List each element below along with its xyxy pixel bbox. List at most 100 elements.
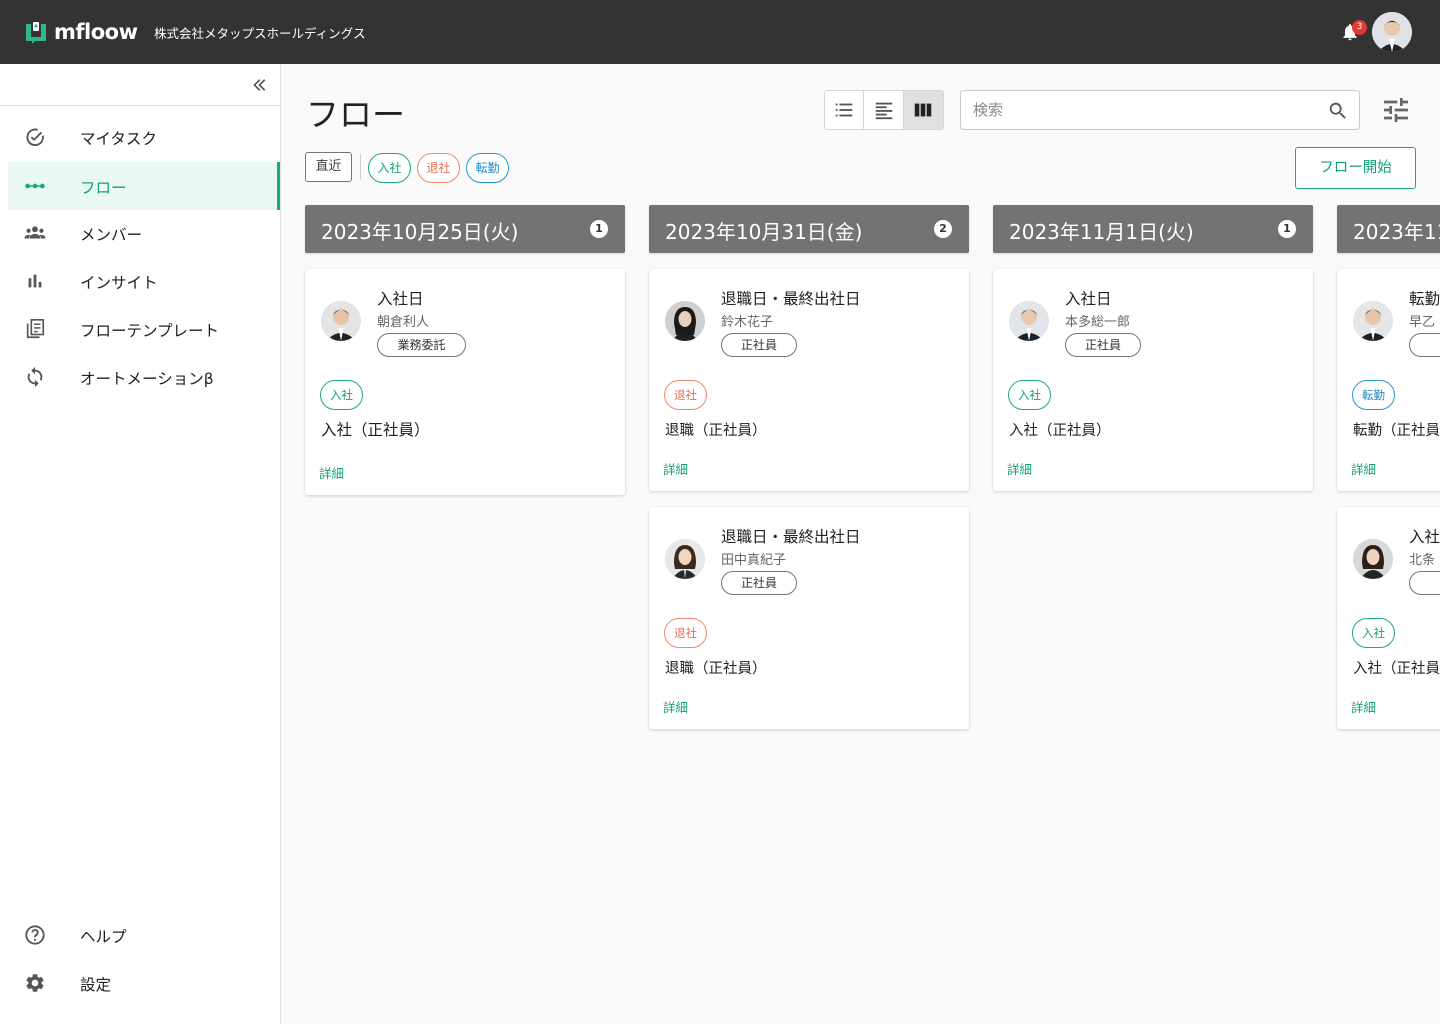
card-event-title: 入社日 [377,290,424,308]
flow-card[interactable]: 入社 北条 正 入社 入社（正社員 詳細 [1337,507,1440,729]
employment-type-chip: 正社員 [1065,333,1141,357]
list-view-icon [835,103,853,117]
member-portrait-icon [1353,301,1393,341]
member-avatar [665,539,705,579]
card-event-title: 退職日・最終出社日 [721,290,861,308]
filter-leave-chip[interactable]: 退社 [417,153,460,183]
column-header: 2023年11月1日(火) 1 [993,205,1313,253]
sidebar-item-members[interactable]: メンバー [8,209,280,257]
card-event-title: 入社 [1409,528,1440,546]
filter-join-chip[interactable]: 入社 [368,153,411,183]
card-flow-name: 入社（正社員） [1009,423,1111,439]
sync-icon [27,366,43,388]
flow-card[interactable]: 入社日 本多総一郎 正社員 入社 入社（正社員） 詳細 [993,269,1313,491]
card-detail-link[interactable]: 詳細 [1007,459,1032,478]
employment-type-chip: 正 [1409,333,1440,357]
member-portrait-icon [1353,539,1393,579]
sidebar-item-label: メンバー [80,226,143,244]
search-icon[interactable] [1327,100,1349,122]
flow-card[interactable]: 入社日 朝倉利人 業務委託 入社 入社（正社員） 詳細 [305,269,625,495]
help-icon [25,925,45,945]
flow-card[interactable]: 退職日・最終出社日 鈴木花子 正社員 退社 退職（正社員） 詳細 [649,269,969,491]
column-header: 2023年11 [1337,205,1440,253]
collapse-sidebar-icon[interactable] [250,75,270,95]
card-flow-name: 退職（正社員） [665,423,767,439]
gear-icon [26,974,44,992]
flow-type-tag: 退社 [664,618,707,648]
group-icon [24,226,46,239]
sidebar-item-label: ヘルプ [80,928,127,946]
card-member-name: 田中真紀子 [721,553,787,568]
sidebar-item-label: 設定 [80,976,112,994]
employment-type-chip: 業務委託 [377,333,466,357]
member-avatar [321,301,361,341]
user-avatar[interactable] [1372,12,1412,52]
column-count-badge: 2 [934,220,952,238]
top-app-bar: mfloow 株式会社メタップスホールディングス 3 [0,0,1440,64]
sidebar-item-automation[interactable]: オートメーションβ [8,353,280,401]
card-detail-link[interactable]: 詳細 [663,697,688,716]
employment-type-chip: 正社員 [721,333,797,357]
card-member-name: 鈴木花子 [721,315,774,330]
flow-type-tag: 退社 [664,380,707,410]
flow-type-tag: 入社 [320,380,363,410]
column-header: 2023年10月31日(金) 2 [649,205,969,253]
user-portrait-icon [1372,12,1412,52]
sidebar-item-flow-template[interactable]: フローテンプレート [8,305,280,353]
start-flow-button[interactable]: フロー開始 [1295,147,1416,189]
card-member-name: 北条 [1409,553,1436,568]
sidebar-item-label: インサイト [80,274,158,292]
view-gantt-button[interactable] [864,91,904,129]
column-header: 2023年10月25日(火) 1 [305,205,625,253]
sidebar-item-my-tasks[interactable]: マイタスク [8,113,280,161]
template-icon [26,319,45,339]
card-detail-link[interactable]: 詳細 [1351,459,1376,478]
sidebar-item-flow[interactable]: フロー [8,162,280,210]
filter-adjust-icon[interactable] [1380,94,1412,126]
member-portrait-icon [1009,301,1049,341]
notification-badge: 3 [1352,20,1367,35]
card-flow-name: 退職（正社員） [665,661,767,677]
column-count-badge: 1 [1278,220,1296,238]
company-name: 株式会社メタップスホールディングス [154,26,366,41]
member-avatar [1353,301,1393,341]
bar-chart-icon [28,274,42,288]
flow-card[interactable]: 転勤 早乙 正 転勤 転勤（正社員 詳細 [1337,269,1440,491]
sidebar-item-label: オートメーションβ [80,370,214,388]
app-logo[interactable]: mfloow [24,20,138,44]
sidebar-item-help[interactable]: ヘルプ [8,911,280,959]
member-avatar [665,301,705,341]
card-member-name: 朝倉利人 [377,315,430,330]
filter-divider [360,154,361,180]
flow-type-tag: 転勤 [1352,380,1395,410]
card-detail-link[interactable]: 詳細 [663,459,688,478]
view-list-button[interactable] [825,91,865,129]
member-avatar [1353,539,1393,579]
flow-dots-icon [25,183,45,189]
member-avatar [1009,301,1049,341]
filter-transfer-chip[interactable]: 転勤 [466,153,509,183]
column-count-badge: 1 [590,220,608,238]
sidebar-item-insight[interactable]: インサイト [8,257,280,305]
card-detail-link[interactable]: 詳細 [319,463,344,482]
card-detail-link[interactable]: 詳細 [1351,697,1376,716]
card-flow-name: 入社（正社員） [321,421,430,439]
flow-card[interactable]: 退職日・最終出社日 田中真紀子 正社員 退社 退職（正社員） 詳細 [649,507,969,729]
sidebar-item-label: フローテンプレート [80,322,220,340]
view-kanban-button[interactable] [903,91,943,129]
flow-type-tag: 入社 [1008,380,1051,410]
employment-type-chip: 正社員 [721,571,797,595]
card-flow-name: 入社（正社員 [1353,661,1440,677]
column-date: 2023年10月31日(金) [665,220,863,244]
kanban-board: 2023年10月25日(火) 1 入社日 朝倉利人 業務委託 入社 入社（正社員… [281,190,1440,1024]
sidebar-divider [0,105,280,106]
filter-recent-chip[interactable]: 直近 [305,152,352,182]
logo-text: mfloow [54,20,138,44]
search-input[interactable] [973,99,1313,121]
sidebar-item-settings[interactable]: 設定 [8,959,280,1007]
gantt-view-icon [875,102,892,120]
card-event-title: 入社日 [1065,290,1112,308]
sidebar-item-label: マイタスク [80,130,157,148]
sidebar: マイタスク フロー メンバー インサイト フローテンプレート オートメーションβ… [0,64,281,1024]
column-date: 2023年10月25日(火) [321,220,519,244]
